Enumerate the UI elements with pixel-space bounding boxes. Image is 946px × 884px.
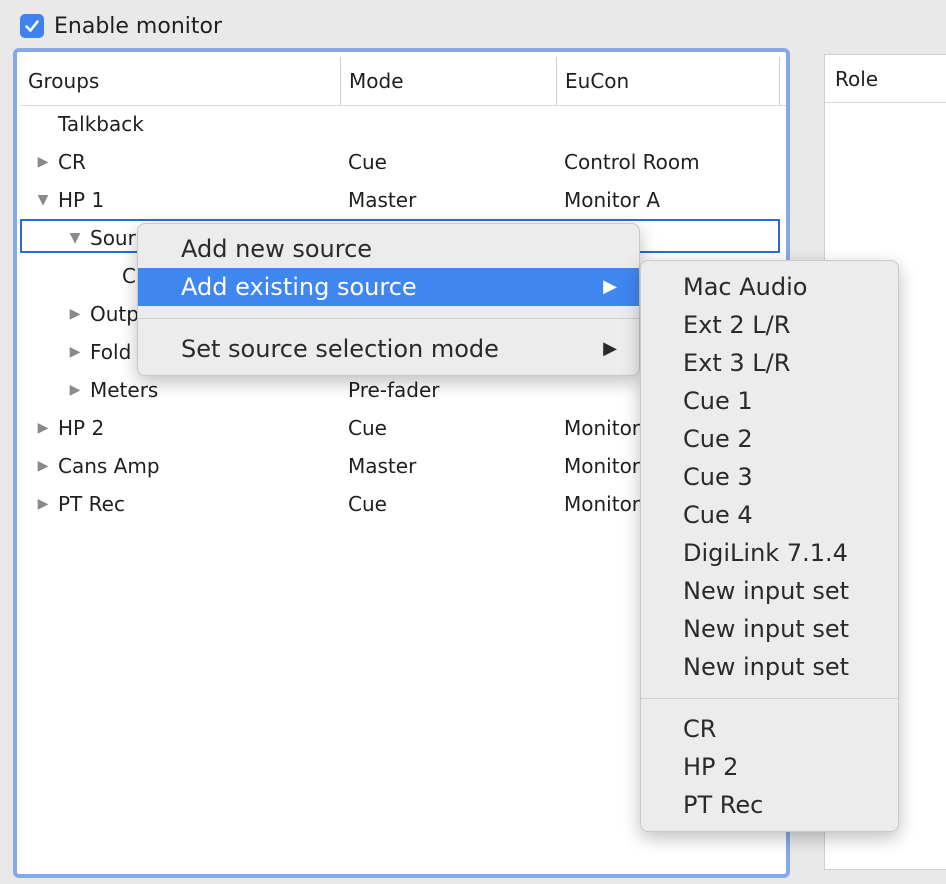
submenu-item[interactable]: Cue 2 [641, 420, 898, 458]
submenu-item[interactable]: HP 2 [641, 748, 898, 786]
tree-row-hp1[interactable]: ▼ HP 1 Master Monitor A [20, 181, 783, 219]
eucon-value: Monitor [564, 416, 641, 440]
submenu-item[interactable]: Ext 2 L/R [641, 306, 898, 344]
menu-item-set-source-selection-mode[interactable]: Set source selection mode ▶ [138, 330, 639, 368]
tree-header: Groups Mode EuCon [20, 57, 786, 106]
submenu-item[interactable]: CR [641, 710, 898, 748]
submenu-item[interactable]: PT Rec [641, 786, 898, 824]
enable-monitor-row[interactable]: Enable monitor [20, 10, 222, 42]
mode-value: Master [348, 188, 417, 212]
eucon-value: Monitor [564, 492, 641, 516]
mode-value: Cue [348, 150, 387, 174]
disclosure-collapsed-icon[interactable]: ▶ [34, 447, 52, 485]
disclosure-collapsed-icon[interactable]: ▶ [66, 333, 84, 371]
menu-item-label: Add existing source [181, 273, 417, 301]
menu-separator [138, 318, 639, 319]
disclosure-collapsed-icon[interactable]: ▶ [34, 409, 52, 447]
group-name: Meters [90, 378, 159, 402]
column-header-mode[interactable]: Mode [341, 57, 557, 105]
disclosure-collapsed-icon[interactable]: ▶ [34, 143, 52, 181]
tree-row-talkback[interactable]: Talkback [20, 105, 783, 143]
submenu-item[interactable]: Cue 1 [641, 382, 898, 420]
submenu-arrow-icon: ▶ [603, 276, 617, 297]
disclosure-collapsed-icon[interactable]: ▶ [34, 485, 52, 523]
tree-row-cr[interactable]: ▶ CR Cue Control Room [20, 143, 783, 181]
submenu-item[interactable]: Ext 3 L/R [641, 344, 898, 382]
menu-item-add-existing-source[interactable]: Add existing source ▶ [138, 268, 639, 306]
submenu-item[interactable]: New input set [641, 572, 898, 610]
group-name: Sour [90, 226, 136, 250]
disclosure-collapsed-icon[interactable]: ▶ [66, 371, 84, 409]
eucon-value: Monitor A [564, 188, 661, 212]
mode-value: Cue [348, 492, 387, 516]
group-name: PT Rec [58, 492, 125, 516]
group-name: CR [58, 150, 86, 174]
submenu-item[interactable]: Cue 4 [641, 496, 898, 534]
submenu-arrow-icon: ▶ [603, 338, 617, 359]
column-header-groups[interactable]: Groups [20, 57, 341, 105]
disclosure-collapsed-icon[interactable]: ▶ [66, 295, 84, 333]
group-name: Cans Amp [58, 454, 160, 478]
menu-item-label: Add new source [181, 235, 373, 263]
context-menu: Add new source Add existing source ▶ Set… [137, 223, 640, 376]
enable-monitor-label: Enable monitor [54, 13, 223, 39]
checkmark-icon [25, 20, 39, 32]
eucon-value: Monitor [564, 454, 641, 478]
existing-source-submenu: Mac Audio Ext 2 L/R Ext 3 L/R Cue 1 Cue … [640, 260, 899, 832]
column-header-role[interactable]: Role [825, 55, 946, 103]
menu-item-add-new-source[interactable]: Add new source [138, 230, 639, 268]
mode-value: Master [348, 454, 417, 478]
column-header-eucon[interactable]: EuCon [557, 57, 780, 105]
submenu-item[interactable]: New input set [641, 648, 898, 686]
submenu-item[interactable]: New input set [641, 610, 898, 648]
group-name: HP 2 [58, 416, 105, 440]
group-name: HP 1 [58, 188, 105, 212]
group-name: Talkback [58, 112, 144, 136]
enable-monitor-checkbox[interactable] [20, 14, 44, 38]
group-name: Fold [90, 340, 132, 364]
submenu-item[interactable]: DigiLink 7.1.4 [641, 534, 898, 572]
group-name: Outp [90, 302, 139, 326]
mode-value: Cue [348, 416, 387, 440]
mode-value: Pre-fader [348, 378, 440, 402]
disclosure-expanded-icon[interactable]: ▼ [34, 181, 52, 219]
submenu-item[interactable]: Cue 3 [641, 458, 898, 496]
group-name: C [122, 264, 136, 288]
menu-separator [641, 698, 898, 699]
menu-item-label: Set source selection mode [181, 335, 499, 363]
disclosure-expanded-icon[interactable]: ▼ [66, 219, 84, 257]
eucon-value: Control Room [564, 150, 700, 174]
submenu-item[interactable]: Mac Audio [641, 268, 898, 306]
